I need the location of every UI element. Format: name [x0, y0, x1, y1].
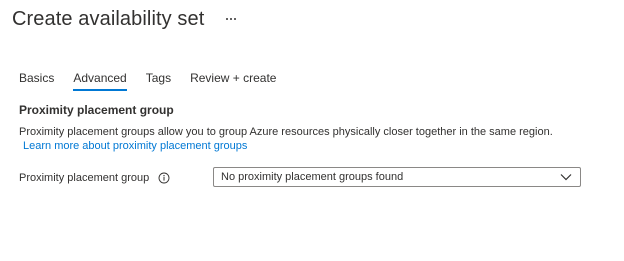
more-icon	[226, 18, 237, 20]
page-header: Create availability set	[12, 5, 240, 33]
section-heading: Proximity placement group	[19, 103, 174, 117]
chevron-down-icon	[560, 171, 572, 183]
learn-more-link[interactable]: Learn more about proximity placement gro…	[23, 139, 247, 153]
dropdown-value: No proximity placement groups found	[221, 171, 404, 183]
proximity-placement-group-dropdown[interactable]: No proximity placement groups found	[213, 167, 581, 187]
info-icon[interactable]	[158, 172, 170, 184]
field-label: Proximity placement group	[19, 172, 150, 184]
tab-review-create[interactable]: Review + create	[190, 70, 276, 92]
tab-tags[interactable]: Tags	[146, 70, 171, 92]
section-description: Proximity placement groups allow you to …	[19, 126, 553, 138]
tab-basics[interactable]: Basics	[19, 70, 54, 92]
tab-advanced[interactable]: Advanced	[73, 70, 128, 92]
more-options-button[interactable]	[222, 9, 240, 29]
page-title: Create availability set	[12, 7, 205, 30]
field-label-row: Proximity placement group	[19, 171, 170, 185]
tab-bar: Basics Advanced Tags Review + create	[19, 70, 295, 92]
